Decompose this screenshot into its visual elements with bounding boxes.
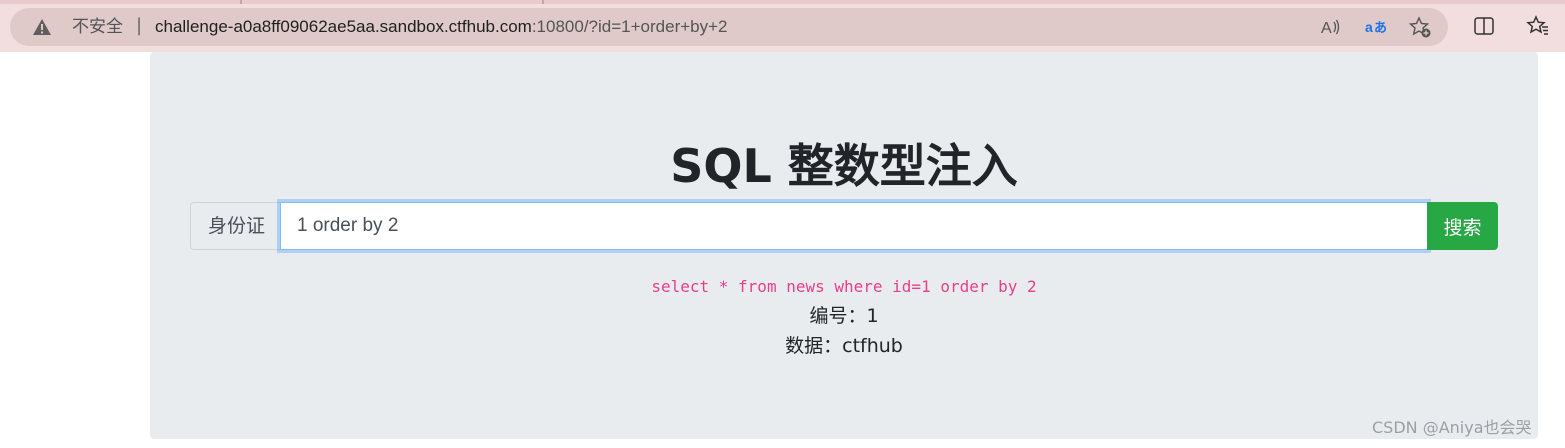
read-aloud-icon[interactable]: A — [1318, 15, 1342, 39]
security-status-label[interactable]: 不安全 — [72, 17, 123, 37]
input-prefix-label: 身份证 — [190, 202, 282, 250]
browser-toolbar: 不安全 | challenge-a0a8ff09062ae5aa.sandbox… — [0, 0, 1565, 52]
url-host: challenge-a0a8ff09062ae5aa.sandbox.ctfhu… — [155, 17, 532, 36]
svg-text:a: a — [1365, 19, 1373, 35]
svg-text:A: A — [1321, 20, 1332, 37]
url-path-query: :10800/?id=1+order+by+2 — [531, 17, 728, 36]
add-favorite-icon[interactable] — [1408, 15, 1432, 39]
url-text[interactable]: challenge-a0a8ff09062ae5aa.sandbox.ctfhu… — [155, 17, 728, 37]
id-search-input[interactable] — [280, 202, 1428, 250]
svg-text:あ: あ — [1374, 21, 1387, 36]
tab-strip — [0, 0, 1565, 4]
split-screen-icon[interactable] — [1472, 14, 1496, 38]
favorites-icon[interactable] — [1526, 14, 1550, 38]
address-bar[interactable]: 不安全 | challenge-a0a8ff09062ae5aa.sandbox… — [10, 8, 1448, 46]
sql-query-text: select * from news where id=1 order by 2 — [651, 277, 1037, 296]
result-id: 编号：1 — [809, 305, 879, 327]
result-data: 数据：ctfhub — [785, 335, 903, 357]
translate-icon[interactable]: a あ — [1365, 15, 1389, 39]
page-title: SQL 整数型注入 — [670, 139, 1018, 193]
csdn-watermark: CSDN @Aniya也会哭 — [1372, 418, 1532, 437]
address-separator: | — [136, 15, 143, 36]
tab-edge — [240, 0, 242, 4]
jumbotron-panel: SQL 整数型注入 身份证 搜索 select * from news wher… — [150, 52, 1538, 439]
search-button[interactable]: 搜索 — [1427, 202, 1498, 250]
tab-edge — [542, 0, 544, 4]
warning-triangle-icon[interactable] — [32, 17, 52, 37]
